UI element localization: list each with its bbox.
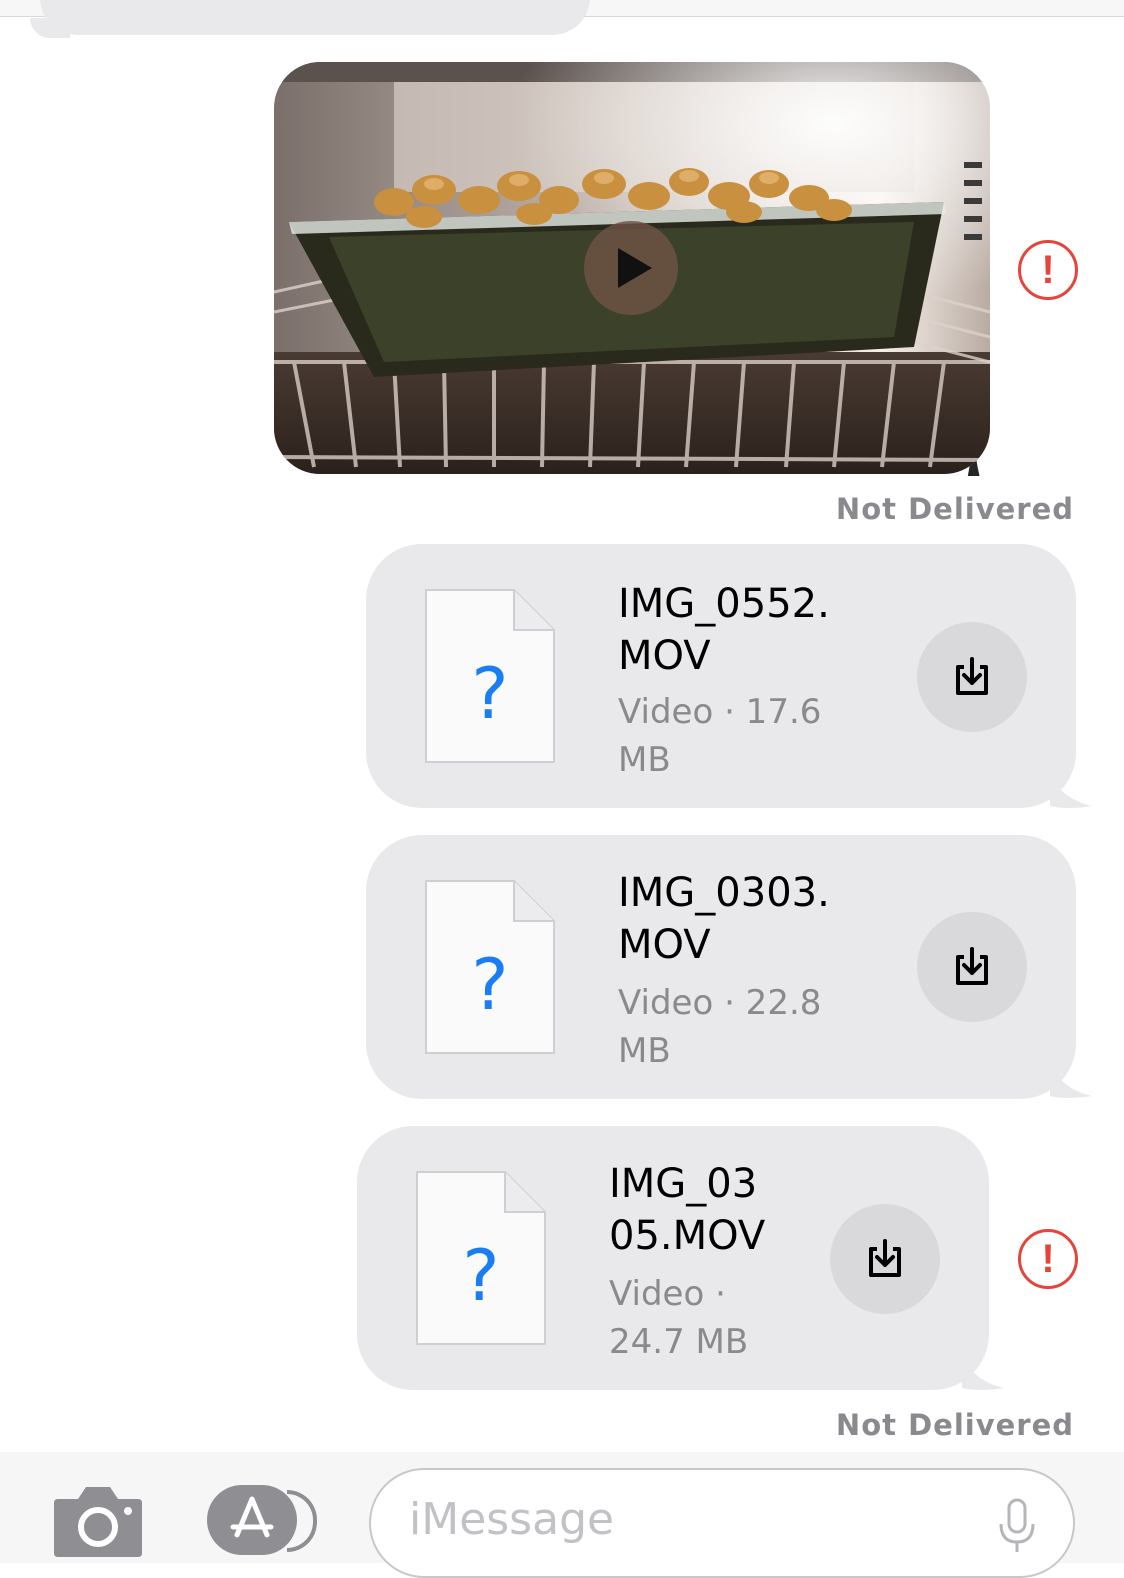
app-store-icon [230, 1496, 274, 1538]
unknown-glyph: ? [471, 653, 508, 735]
video-status-label: Not Delivered [835, 492, 1074, 526]
file-meta: Video · 17.6 MB [618, 692, 822, 780]
app-store-button[interactable] [207, 1485, 297, 1555]
file-name: IMG_0552. MOV [618, 581, 830, 679]
download-button[interactable] [917, 622, 1027, 732]
attachment-bubble[interactable]: ? IMG_0552. MOV Video · 17.6 MB [366, 544, 1076, 808]
not-delivered-error-icon[interactable]: ! [1018, 240, 1078, 300]
video-thumbnail[interactable] [274, 62, 990, 474]
unknown-glyph: ? [471, 944, 508, 1026]
microphone-icon[interactable] [997, 1498, 1037, 1554]
unknown-file-icon: ? [416, 1171, 546, 1345]
message-input[interactable]: iMessage [369, 1468, 1075, 1578]
not-delivered-error-icon[interactable]: ! [1018, 1229, 1078, 1289]
unknown-glyph: ? [462, 1235, 499, 1317]
attachment-bubble[interactable]: ? IMG_0303. MOV Video · 22.8 MB [366, 835, 1076, 1099]
file-name: IMG_0303. MOV [618, 870, 830, 968]
download-button[interactable] [830, 1204, 940, 1314]
download-icon [956, 657, 988, 695]
attachment-bubble[interactable]: ? IMG_03 05.MOV Video · 24.7 MB [357, 1126, 989, 1390]
video-message[interactable] [274, 62, 1006, 476]
file-name: IMG_03 05.MOV [609, 1161, 766, 1259]
attachment-status-label: Not Delivered [835, 1408, 1074, 1442]
play-button[interactable] [584, 221, 678, 315]
download-icon [869, 1239, 901, 1277]
file-meta: Video · 24.7 MB [609, 1274, 749, 1362]
download-icon [956, 947, 988, 985]
unknown-file-icon: ? [425, 589, 555, 763]
unknown-file-icon: ? [425, 880, 555, 1054]
play-icon [618, 248, 652, 288]
download-button[interactable] [917, 912, 1027, 1022]
message-placeholder: iMessage [409, 1494, 615, 1545]
camera-icon[interactable] [52, 1483, 144, 1557]
file-meta: Video · 22.8 MB [618, 983, 822, 1071]
previous-message-bubble[interactable] [40, 0, 590, 35]
